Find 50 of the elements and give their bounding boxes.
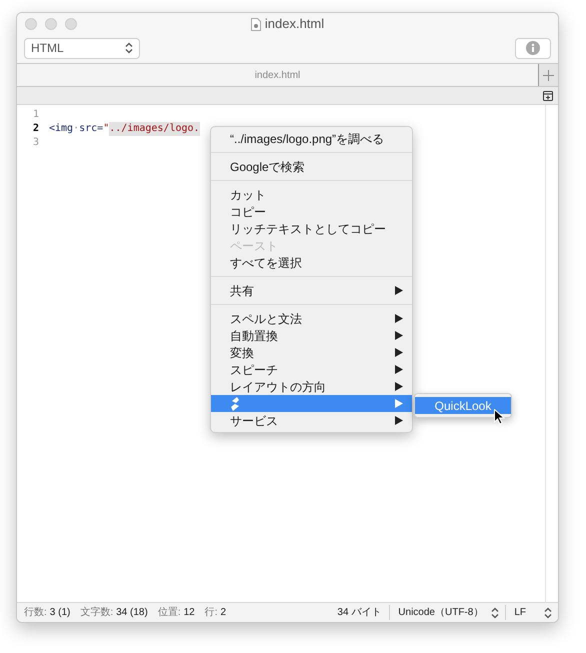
menu-item[interactable]: レイアウトの方向 [211,378,412,395]
byte-count: 34 バイト [337,605,390,620]
line-number: 1 [32,108,40,122]
status-label: 文字数: [80,606,114,620]
window-title: index.html [264,15,324,34]
split-view-icon[interactable] [543,90,553,100]
info-button[interactable] [515,38,551,58]
menu-item[interactable]: スピーチ [211,361,412,378]
menu-item[interactable]: スペルと文法 [211,310,412,327]
app-icon [230,396,240,410]
status-label: 位置: [158,606,181,620]
add-tab-button[interactable] [538,64,558,86]
document-icon [250,18,261,30]
status-value: 12 [184,606,195,620]
menu-item[interactable]: サービス [211,412,412,429]
status-label: 行数: [24,606,47,620]
zoom-button[interactable] [65,18,77,30]
status-value: 3 (1) [50,606,70,620]
minimize-button[interactable] [45,18,57,30]
menu-item[interactable]: Googleで検索 [211,158,412,175]
syntax-dropdown[interactable]: HTML [24,38,140,58]
menu-item[interactable]: 共有 [211,282,412,299]
info-icon [526,41,540,55]
status-value: 2 [220,606,226,620]
menu-item[interactable]: すべてを選択 [211,254,412,271]
code-token: ../images/logo. [109,122,200,136]
code-token: " [103,122,110,136]
menu-item[interactable]: カット [211,186,412,203]
code-token: <img [49,122,74,136]
menu-item[interactable]: リッチテキストとしてコピー [211,220,412,237]
close-button[interactable] [25,18,37,30]
plus-icon [543,70,554,80]
code-token: · [73,122,80,136]
updown-icon [544,606,552,618]
menu-item[interactable]: “../images/logo.png”を調べる [211,130,412,147]
mouse-pointer-icon [494,409,505,425]
status-value: 34 (18) [116,606,148,620]
updown-icon [491,606,500,618]
menu-item[interactable]: 変換 [211,344,412,361]
menu-item[interactable] [211,395,412,412]
menu-item[interactable]: 自動置換 [211,327,412,344]
submenu-arrow-icon [395,286,403,295]
status-label: 行: [204,606,218,620]
code-token: src= [79,122,104,136]
line-number: 2 [32,122,40,136]
menu-item[interactable]: コピー [211,203,412,220]
line-ending-dropdown[interactable]: LF [514,605,558,620]
updown-icon [125,42,133,54]
line-number: 3 [32,136,40,150]
encoding-dropdown[interactable]: Unicode（UTF-8） [398,605,506,620]
